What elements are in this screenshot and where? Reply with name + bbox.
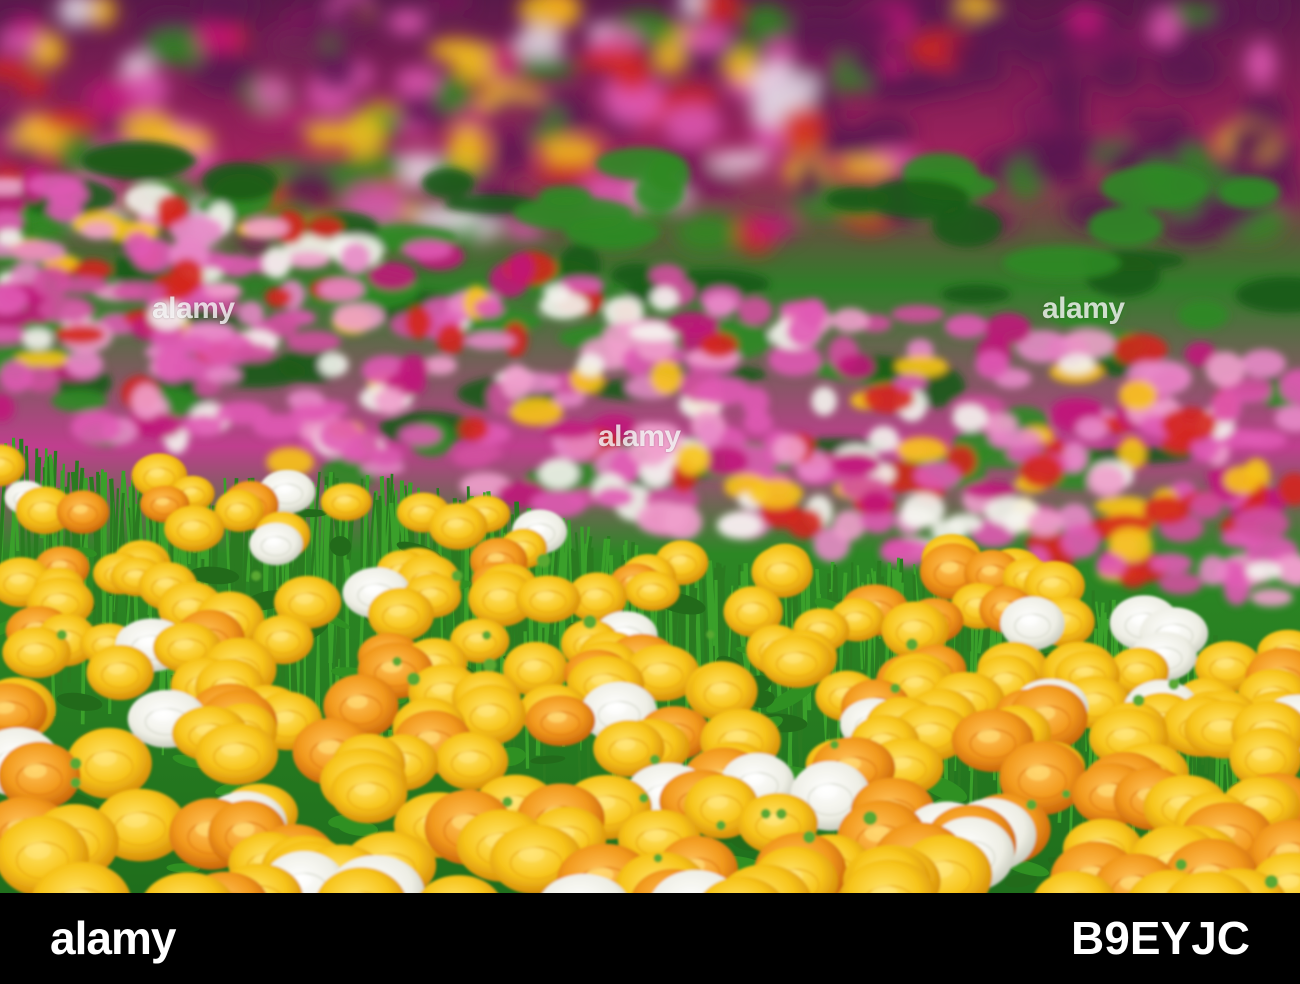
brand-logo: alamy	[50, 912, 176, 964]
image-stage: alamy alamy alamy alamy B9EYJC	[0, 0, 1300, 984]
image-id: B9EYJC	[1071, 912, 1250, 964]
flower-field-photo	[0, 0, 1300, 893]
